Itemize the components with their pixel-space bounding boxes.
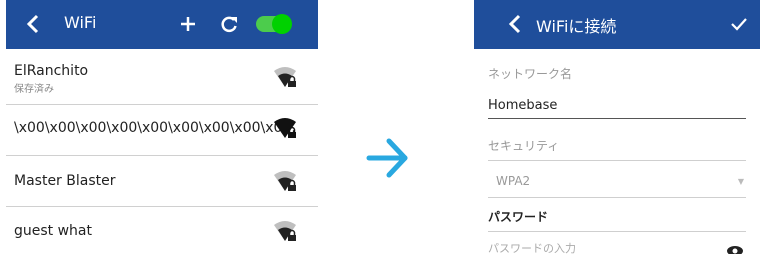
- app-bar: WiFiに接続: [474, 0, 760, 49]
- wifi-network-row[interactable]: \x00\x00\x00\x00\x00\x00\x00\x00\x0...: [6, 104, 318, 156]
- page-title: WiFiに接続: [536, 17, 617, 36]
- wifi-list-screen: WiFi ElRanchito 保存済み \x00\x00\x00\x00\x0…: [6, 0, 318, 254]
- wifi-network-row[interactable]: guest what: [6, 206, 318, 254]
- network-name: ElRanchito: [14, 63, 89, 79]
- eye-icon[interactable]: [726, 245, 744, 254]
- network-status: 保存済み: [14, 84, 54, 95]
- network-name: \x00\x00\x00\x00\x00\x00\x00\x00\x0...: [14, 120, 296, 136]
- security-select[interactable]: WPA2: [496, 174, 530, 188]
- password-label: パスワード: [488, 210, 549, 224]
- network-name: Master Blaster: [14, 173, 116, 189]
- chevron-down-icon[interactable]: ▼: [738, 177, 744, 186]
- security-label: セキュリティ: [488, 139, 560, 153]
- check-icon[interactable]: [730, 16, 748, 32]
- wifi-locked-icon: [274, 171, 296, 191]
- divider: [488, 118, 746, 119]
- divider: [488, 160, 746, 161]
- page-title: WiFi: [64, 13, 97, 32]
- divider: [488, 231, 746, 232]
- divider: [488, 197, 746, 198]
- back-icon[interactable]: [26, 14, 40, 34]
- wifi-locked-icon: [274, 118, 296, 138]
- back-icon[interactable]: [508, 14, 522, 34]
- network-name-field[interactable]: Homebase: [488, 98, 557, 113]
- wifi-network-row[interactable]: Master Blaster: [6, 155, 318, 207]
- arrow-right-icon: [366, 138, 408, 178]
- network-name: guest what: [14, 223, 92, 239]
- wifi-locked-icon: [274, 67, 296, 87]
- wifi-network-row[interactable]: ElRanchito 保存済み: [6, 49, 318, 105]
- network-name-label: ネットワーク名: [488, 67, 573, 81]
- password-input[interactable]: パスワードの入力: [488, 240, 576, 254]
- wifi-locked-icon: [274, 221, 296, 241]
- wifi-connect-screen: WiFiに接続 ネットワーク名 Homebase セキュリティ WPA2 ▼ パ…: [474, 0, 760, 254]
- refresh-icon[interactable]: [219, 14, 239, 34]
- app-bar: WiFi: [6, 0, 318, 49]
- add-icon[interactable]: [179, 15, 197, 33]
- wifi-toggle[interactable]: [256, 14, 292, 34]
